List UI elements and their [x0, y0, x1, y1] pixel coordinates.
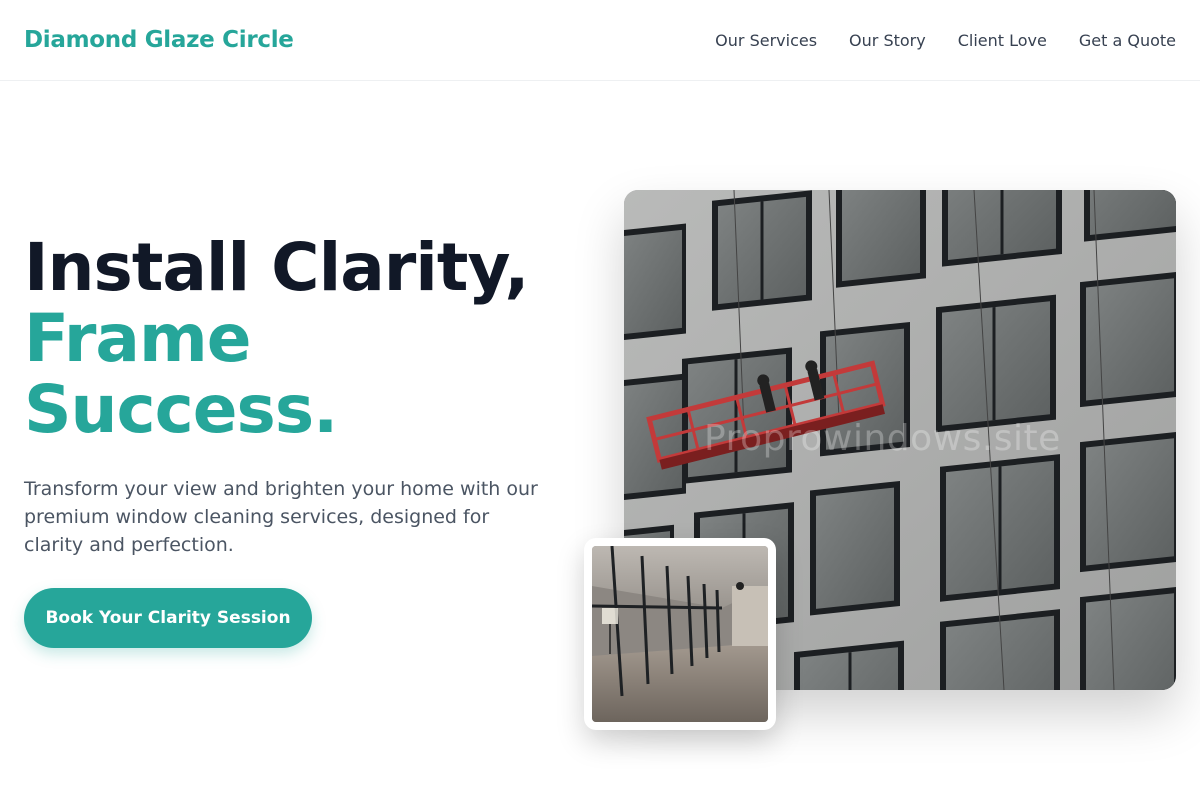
hero-text: Install Clarity, Frame Success. Transfor…: [24, 232, 584, 559]
nav-our-services[interactable]: Our Services: [715, 31, 817, 50]
hero-headline: Install Clarity, Frame Success.: [24, 232, 584, 445]
nav-our-story[interactable]: Our Story: [849, 31, 926, 50]
hero-subtext: Transform your view and brighten your ho…: [24, 478, 538, 556]
interior-inset-photo: [584, 538, 776, 730]
nav-client-love[interactable]: Client Love: [958, 31, 1047, 50]
site-header: Diamond Glaze Circle Our Services Our St…: [0, 0, 1200, 81]
image-watermark: Proprowindows.site: [704, 418, 1061, 459]
brand-logo[interactable]: Diamond Glaze Circle: [24, 27, 294, 53]
interior-glass-hallway-photo-icon: [592, 546, 768, 722]
main-nav: Our Services Our Story Client Love Get a…: [715, 31, 1176, 50]
headline-line-2: Frame: [24, 300, 251, 377]
nav-get-a-quote[interactable]: Get a Quote: [1079, 31, 1176, 50]
inset-photo-frame: [592, 546, 768, 722]
book-session-button[interactable]: Book Your Clarity Session: [24, 588, 312, 648]
headline-line-3: Success.: [24, 371, 338, 448]
headline-line-1: Install Clarity,: [24, 229, 529, 306]
